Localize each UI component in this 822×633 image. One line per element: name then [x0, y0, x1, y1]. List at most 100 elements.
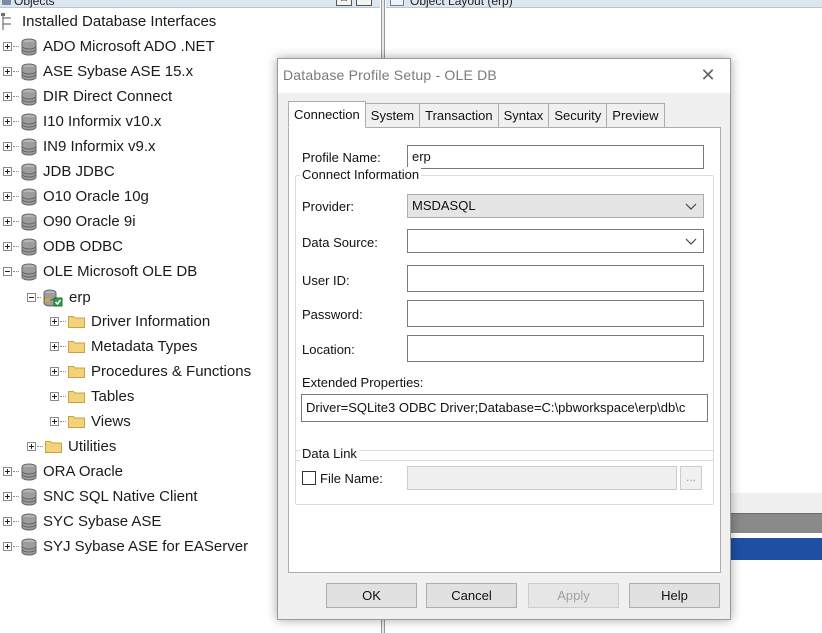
- expand-icon[interactable]: [3, 517, 12, 526]
- tree-item-syc[interactable]: SYC Sybase ASE: [3, 509, 161, 534]
- tree-item-views[interactable]: Views: [50, 409, 131, 434]
- tree-item-o10[interactable]: O10 Oracle 10g: [3, 184, 149, 209]
- location-field[interactable]: [407, 335, 704, 362]
- expand-icon[interactable]: [50, 417, 59, 426]
- provider-label: Provider:: [302, 199, 355, 214]
- tree-item-odb[interactable]: ODB ODBC: [3, 234, 123, 259]
- expand-icon[interactable]: [3, 92, 12, 101]
- user-id-label: User ID:: [302, 273, 350, 288]
- folder-icon: [68, 391, 85, 403]
- tree-root-icon: [1, 12, 11, 30]
- tree-item-label: SNC SQL Native Client: [43, 487, 198, 505]
- database-icon: [21, 163, 37, 180]
- layout-empty-row: [726, 493, 822, 513]
- database-profile-setup-dialog: Database Profile Setup - OLE DB ✕ Connec…: [277, 58, 731, 620]
- tree-item-label: O90 Oracle 9i: [43, 212, 136, 230]
- tree-item-profile-erp[interactable]: erp: [27, 285, 93, 310]
- dialog-titlebar[interactable]: Database Profile Setup - OLE DB ✕: [278, 59, 730, 93]
- objects-pane-title: Objects: [14, 0, 55, 8]
- tree-item-label: SYJ Sybase ASE for EAServer: [43, 537, 249, 555]
- tree-item-jdb[interactable]: JDB JDBC: [3, 159, 115, 184]
- tree-item-label: SYC Sybase ASE: [43, 512, 162, 530]
- tree-item-tables[interactable]: Tables: [50, 384, 134, 409]
- collapse-icon[interactable]: [27, 293, 36, 302]
- expand-icon[interactable]: [3, 67, 12, 76]
- database-icon: [21, 538, 37, 555]
- tab-system[interactable]: System: [364, 103, 421, 127]
- collapse-icon[interactable]: [3, 267, 12, 276]
- expand-icon[interactable]: [3, 192, 12, 201]
- expand-icon[interactable]: [50, 317, 59, 326]
- tree-item-label: IN9 Informix v9.x: [43, 137, 156, 155]
- tree-item-i10[interactable]: I10 Informix v10.x: [3, 109, 161, 134]
- database-icon: [21, 213, 37, 230]
- maximize-pane-button[interactable]: □: [336, 0, 352, 6]
- tree-item-utilities[interactable]: Utilities: [27, 434, 116, 459]
- tree-item-label: JDB JDBC: [43, 162, 115, 180]
- ok-button[interactable]: OK: [326, 583, 417, 608]
- tree-item-label: DIR Direct Connect: [43, 87, 173, 105]
- profile-name-label: Profile Name:: [302, 150, 381, 165]
- data-source-select[interactable]: [407, 229, 704, 253]
- expand-icon[interactable]: [50, 342, 59, 351]
- tree-root[interactable]: Installed Database Interfaces: [0, 9, 216, 34]
- objects-pane-icon: [2, 0, 11, 5]
- tree-item-ora[interactable]: ORA Oracle: [3, 459, 123, 484]
- expand-icon[interactable]: [50, 392, 59, 401]
- object-layout-title: Object Layout (erp): [410, 0, 513, 8]
- expand-icon[interactable]: [27, 442, 36, 451]
- database-icon: [21, 463, 37, 480]
- cancel-button[interactable]: Cancel: [426, 583, 517, 608]
- profile-name-field[interactable]: erp: [407, 145, 704, 169]
- provider-select[interactable]: MSDASQL: [407, 194, 704, 218]
- help-button[interactable]: Help: [629, 583, 720, 608]
- tree-item-o90[interactable]: O90 Oracle 9i: [3, 209, 136, 234]
- password-field[interactable]: [407, 300, 704, 327]
- expand-icon[interactable]: [3, 492, 12, 501]
- file-name-checkbox[interactable]: [302, 471, 316, 485]
- tab-syntax[interactable]: Syntax: [497, 103, 550, 127]
- tree-item-dir[interactable]: DIR Direct Connect: [3, 84, 172, 109]
- dialog-tabs: Connection System Transaction Syntax Sec…: [288, 101, 665, 128]
- tab-connection[interactable]: Connection: [288, 101, 366, 128]
- folder-icon: [68, 366, 85, 378]
- tree-item-ole[interactable]: OLE Microsoft OLE DB: [3, 259, 197, 284]
- expand-icon[interactable]: [3, 242, 12, 251]
- location-label: Location:: [302, 342, 355, 357]
- layout-row-header: [726, 513, 822, 533]
- tree-item-label: Metadata Types: [91, 337, 198, 355]
- expand-icon[interactable]: [3, 167, 12, 176]
- expand-icon[interactable]: [3, 217, 12, 226]
- tree-item-syj[interactable]: SYJ Sybase ASE for EAServer: [3, 534, 248, 559]
- folder-icon: [45, 441, 62, 453]
- chevron-down-icon: [685, 238, 697, 245]
- tree-item-ase[interactable]: ASE Sybase ASE 15.x: [3, 59, 193, 84]
- data-link-label: Data Link: [300, 446, 359, 461]
- tree-item-metadata-types[interactable]: Metadata Types: [50, 334, 197, 359]
- tab-security[interactable]: Security: [548, 103, 608, 127]
- tree-item-procedures-functions[interactable]: Procedures & Functions: [50, 359, 251, 384]
- tree-item-in9[interactable]: IN9 Informix v9.x: [3, 134, 156, 159]
- database-icon: [21, 138, 37, 155]
- expand-icon[interactable]: [3, 542, 12, 551]
- expand-icon[interactable]: [3, 42, 12, 51]
- tab-preview[interactable]: Preview: [606, 103, 665, 127]
- expand-icon[interactable]: [3, 142, 12, 151]
- tab-transaction[interactable]: Transaction: [419, 103, 499, 127]
- close-pane-button[interactable]: ✕: [356, 0, 372, 6]
- expand-icon[interactable]: [3, 467, 12, 476]
- tree-item-label: ODB ODBC: [43, 237, 124, 255]
- database-icon: [21, 513, 37, 530]
- layout-selected-row[interactable]: [726, 538, 822, 560]
- user-id-field[interactable]: [407, 265, 704, 292]
- tree-item-label: Views: [91, 412, 131, 430]
- extended-properties-field[interactable]: Driver=SQLite3 ODBC Driver;Database=C:\p…: [301, 394, 708, 422]
- tree-item-label: O10 Oracle 10g: [43, 187, 149, 205]
- tree-item-snc[interactable]: SNC SQL Native Client: [3, 484, 198, 509]
- tree-item-driver-information[interactable]: Driver Information: [50, 309, 210, 334]
- apply-button: Apply: [528, 583, 619, 608]
- tree-item-ado[interactable]: ADO Microsoft ADO .NET: [3, 34, 215, 59]
- expand-icon[interactable]: [50, 367, 59, 376]
- expand-icon[interactable]: [3, 117, 12, 126]
- close-icon[interactable]: ✕: [698, 65, 718, 85]
